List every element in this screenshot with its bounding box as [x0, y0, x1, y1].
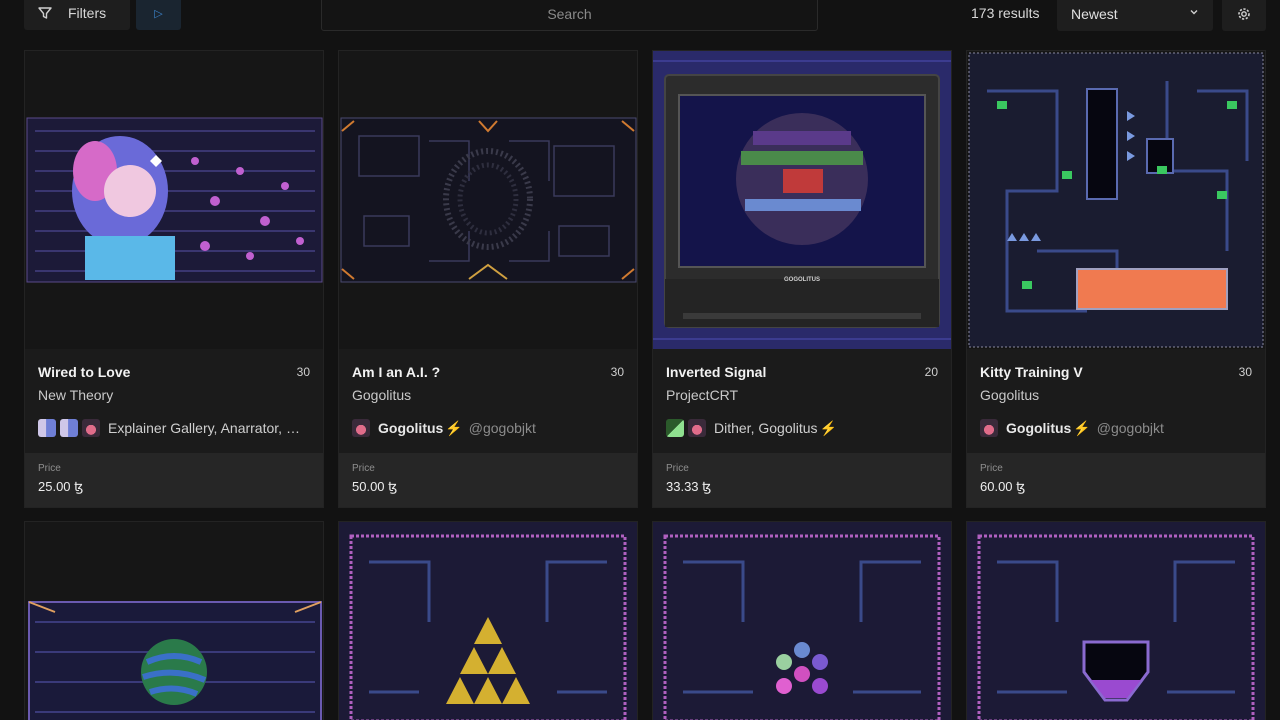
- price-label: Price: [38, 463, 61, 474]
- card-info: Inverted Signal 20 ProjectCRT Dither, Go…: [653, 349, 951, 451]
- creator-handle: @gogobjkt: [468, 420, 536, 436]
- filters-button[interactable]: Filters: [24, 0, 130, 30]
- avatar: [38, 419, 56, 437]
- artwork-thumbnail[interactable]: [339, 51, 637, 349]
- price-label: Price: [980, 463, 1003, 474]
- card-title[interactable]: Am I an A.I. ?: [352, 364, 440, 380]
- collection-name[interactable]: New Theory: [38, 387, 113, 403]
- price-box: Price 33.33 ꜩ: [653, 453, 951, 507]
- artwork-thumbnail[interactable]: [25, 522, 323, 720]
- live-toggle-button[interactable]: ▷: [136, 0, 181, 30]
- token-card[interactable]: [24, 521, 324, 720]
- card-info: Am I an A.I. ? 30 Gogolitus Gogolitus ⚡ …: [339, 349, 637, 451]
- token-card[interactable]: GOGOLITUS Inverted Signal 20 ProjectCRT …: [652, 50, 952, 508]
- price-box: Price 50.00 ꜩ: [339, 453, 637, 507]
- creator-name: Gogolitus: [1006, 420, 1072, 436]
- verified-bolt-icon: ⚡: [1073, 419, 1091, 436]
- price-label: Price: [666, 463, 689, 474]
- chevron-down-icon: [1190, 10, 1198, 15]
- gear-icon: [1238, 7, 1250, 20]
- collection-name[interactable]: ProjectCRT: [666, 387, 738, 403]
- sort-select[interactable]: Newest: [1057, 0, 1213, 31]
- collection-name[interactable]: Gogolitus: [352, 387, 411, 403]
- creators-list: Dither, Gogolitus: [714, 420, 818, 436]
- results-count: 173 results: [971, 5, 1040, 21]
- tv-brand-label: GOGOLITUS: [784, 277, 820, 283]
- price-box: Price 60.00 ꜩ: [967, 453, 1265, 507]
- editions-count: 20: [924, 365, 938, 379]
- collection-name[interactable]: Gogolitus: [980, 387, 1039, 403]
- price-value: 33.33 ꜩ: [666, 479, 712, 494]
- search-placeholder: Search: [547, 5, 592, 22]
- toolbar: Filters ▷ Search 173 results Newest: [0, 0, 1280, 32]
- token-card[interactable]: [652, 521, 952, 720]
- filter-icon: [38, 7, 52, 19]
- price-value: 25.00 ꜩ: [38, 479, 84, 494]
- artwork-thumbnail[interactable]: GOGOLITUS: [653, 51, 951, 349]
- price-label: Price: [352, 463, 375, 474]
- artwork-thumbnail[interactable]: [339, 522, 637, 720]
- creator-name: Gogolitus: [378, 420, 444, 436]
- verified-bolt-icon: ⚡: [819, 419, 837, 436]
- card-title[interactable]: Wired to Love: [38, 364, 130, 380]
- avatar: [666, 419, 684, 437]
- avatar: [352, 419, 370, 437]
- filters-label: Filters: [68, 5, 107, 21]
- editions-count: 30: [610, 365, 624, 379]
- token-card[interactable]: Wired to Love 30 New Theory Explainer Ga…: [24, 50, 324, 508]
- creators-row[interactable]: Explainer Gallery, Anarrator, Gogo...: [38, 417, 310, 439]
- artwork-thumbnail[interactable]: [25, 51, 323, 349]
- artwork-thumbnail[interactable]: [967, 522, 1265, 720]
- price-value: 50.00 ꜩ: [352, 479, 398, 494]
- card-title[interactable]: Inverted Signal: [666, 364, 766, 380]
- token-card[interactable]: Am I an A.I. ? 30 Gogolitus Gogolitus ⚡ …: [338, 50, 638, 508]
- verified-bolt-icon: ⚡: [445, 419, 463, 436]
- avatar: [688, 419, 706, 437]
- token-card[interactable]: Kitty Training V 30 Gogolitus Gogolitus …: [966, 50, 1266, 508]
- creators-list: Explainer Gallery, Anarrator, Gogo...: [108, 420, 310, 436]
- settings-button[interactable]: [1222, 0, 1266, 31]
- search-input[interactable]: Search: [321, 0, 818, 31]
- editions-count: 30: [1238, 365, 1252, 379]
- price-value: 60.00 ꜩ: [980, 479, 1026, 494]
- artwork-thumbnail[interactable]: [653, 522, 951, 720]
- price-box: Price 25.00 ꜩ: [25, 453, 323, 507]
- card-info: Wired to Love 30 New Theory Explainer Ga…: [25, 349, 323, 451]
- avatar: [980, 419, 998, 437]
- avatar: [82, 419, 100, 437]
- creators-row[interactable]: Gogolitus ⚡ @gogobjkt: [980, 417, 1252, 439]
- card-title[interactable]: Kitty Training V: [980, 364, 1083, 380]
- sort-selected: Newest: [1071, 5, 1118, 22]
- avatar: [60, 419, 78, 437]
- creator-handle: @gogobjkt: [1096, 420, 1164, 436]
- creators-row[interactable]: Gogolitus ⚡ @gogobjkt: [352, 417, 624, 439]
- card-info: Kitty Training V 30 Gogolitus Gogolitus …: [967, 349, 1265, 451]
- token-card[interactable]: [338, 521, 638, 720]
- artwork-thumbnail[interactable]: [967, 51, 1265, 349]
- play-icon: ▷: [154, 7, 163, 20]
- token-card[interactable]: [966, 521, 1266, 720]
- creators-row[interactable]: Dither, Gogolitus ⚡: [666, 417, 938, 439]
- editions-count: 30: [296, 365, 310, 379]
